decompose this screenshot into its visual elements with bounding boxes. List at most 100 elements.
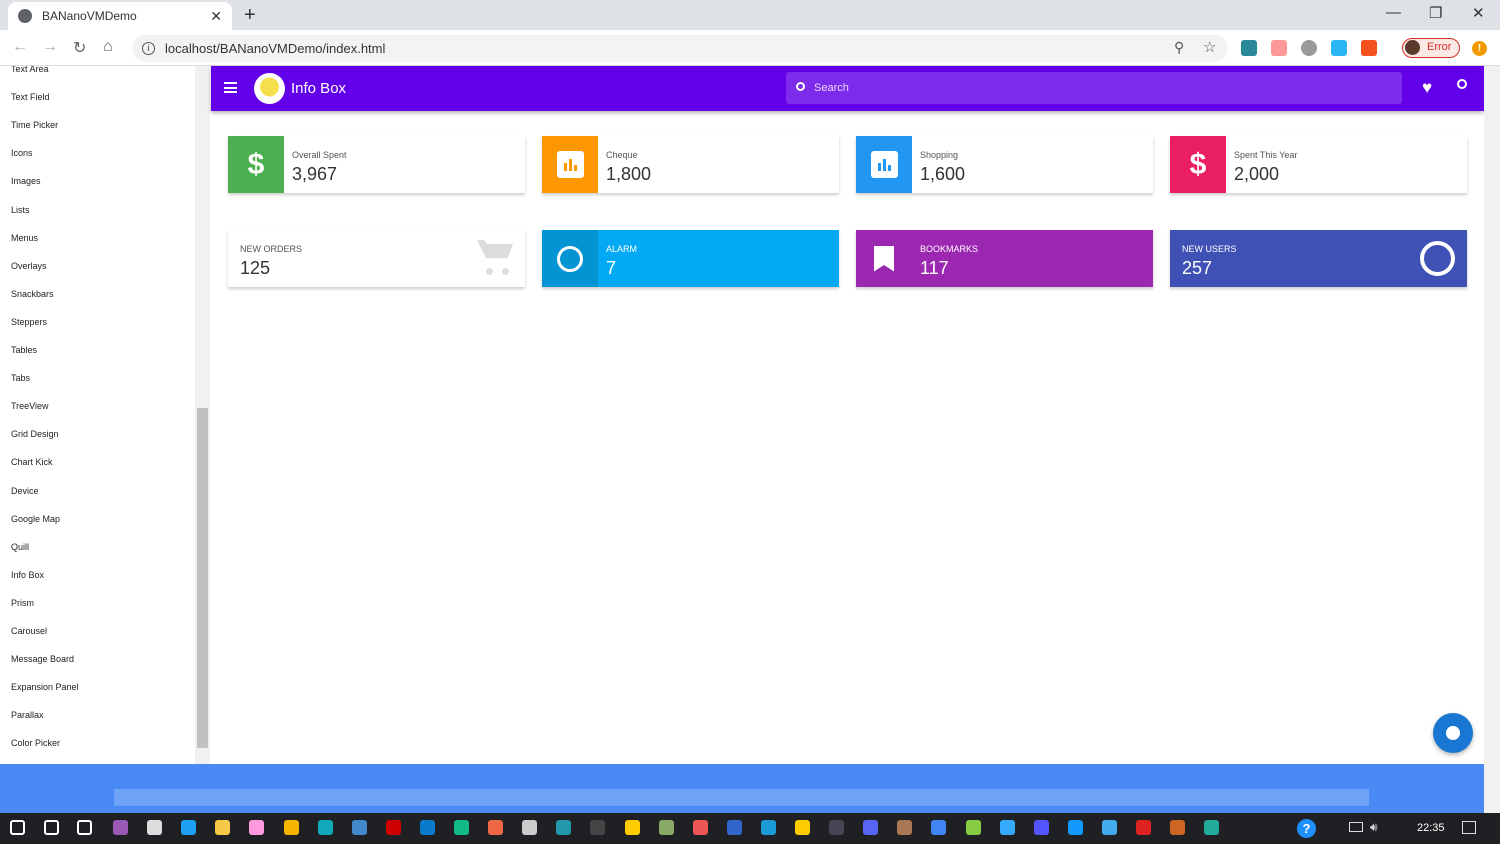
avatar — [254, 73, 285, 104]
sidebar-item[interactable]: Lists — [11, 205, 30, 215]
search-icon[interactable] — [44, 820, 59, 835]
taskbar-app-icon[interactable] — [692, 820, 708, 835]
menu-icon[interactable] — [224, 82, 237, 93]
taskbar-app-icon[interactable] — [113, 820, 128, 835]
volume-icon[interactable]: 🔊︎ — [1370, 820, 1378, 835]
search-placeholder: Search — [814, 82, 849, 94]
back-button[interactable]: ← — [12, 38, 28, 56]
reload-button[interactable]: ↻ — [73, 38, 86, 58]
new-tab-button[interactable]: + — [244, 4, 256, 27]
taskbar-app-icon[interactable] — [590, 820, 606, 835]
account-fab-button[interactable] — [1433, 713, 1473, 753]
info-box-value: 1,800 — [606, 164, 652, 184]
sidebar-item[interactable]: Text Area — [11, 66, 49, 74]
notifications-icon[interactable] — [1462, 821, 1476, 834]
taskbar-app-icon[interactable] — [897, 820, 913, 835]
taskbar-app-icon[interactable] — [215, 820, 231, 835]
taskbar-app-icon[interactable] — [931, 820, 947, 835]
help-icon[interactable]: ? — [1297, 819, 1316, 838]
sidebar-item[interactable]: Prism — [11, 598, 34, 608]
sidebar-item[interactable]: Tabs — [11, 373, 30, 383]
sidebar-item[interactable]: Tables — [11, 345, 37, 355]
sidebar-item[interactable]: Color Picker — [11, 738, 60, 748]
sidebar-item[interactable]: TreeView — [11, 401, 49, 411]
taskbar-app-icon[interactable] — [522, 820, 538, 835]
sidebar-item[interactable]: Message Board — [11, 654, 74, 664]
taskbar-app-icon[interactable] — [181, 820, 197, 835]
star-icon[interactable]: ☆ — [1203, 38, 1216, 56]
taskbar-app-icon[interactable] — [1033, 820, 1049, 835]
close-tab-icon[interactable]: ✕ — [210, 8, 222, 25]
taskbar-app-icon[interactable] — [385, 820, 401, 835]
extension-gear-icon[interactable] — [1301, 40, 1317, 56]
taskbar-app-icon[interactable] — [488, 820, 504, 835]
sidebar-item[interactable]: Chart Kick — [11, 457, 53, 467]
taskbar-app-icon[interactable] — [726, 820, 742, 835]
sidebar-item[interactable]: Text Field — [11, 92, 50, 102]
taskbar-app-icon[interactable] — [1204, 820, 1220, 835]
taskbar-app-icon[interactable] — [1101, 820, 1117, 835]
taskbar-app-icon[interactable] — [795, 820, 810, 835]
task-view-icon[interactable] — [77, 820, 92, 835]
home-button[interactable]: ⌂ — [103, 38, 113, 56]
taskbar-app-icon[interactable] — [760, 820, 776, 835]
info-icon[interactable]: i — [142, 42, 155, 55]
taskbar-app-icon[interactable] — [454, 820, 469, 835]
sidebar-item[interactable]: Expansion Panel — [11, 682, 79, 692]
taskbar-app-icon[interactable] — [965, 820, 981, 835]
sidebar-item[interactable]: Google Map — [11, 514, 60, 524]
search-input[interactable]: Search — [786, 72, 1402, 104]
taskbar-app-icon[interactable] — [624, 820, 640, 835]
heart-icon[interactable]: ♥ — [1422, 78, 1432, 98]
sidebar-item[interactable]: Device — [11, 486, 39, 496]
taskbar-app-icon[interactable] — [147, 820, 163, 835]
info-box-label: NEW ORDERS — [240, 244, 303, 254]
sidebar-item[interactable]: Steppers — [11, 317, 47, 327]
taskbar-app-icon[interactable] — [658, 820, 674, 835]
taskbar-app-icon[interactable] — [556, 820, 572, 835]
sidebar-item[interactable]: Snackbars — [11, 289, 54, 299]
close-window-button[interactable]: ✕ — [1472, 4, 1485, 22]
page-scrollbar[interactable] — [1484, 66, 1500, 813]
taskbar-app-icon[interactable] — [1136, 820, 1151, 835]
sidebar-item[interactable]: Icons — [11, 148, 33, 158]
sidebar-item[interactable]: Images — [11, 176, 41, 186]
search-icon[interactable] — [1457, 79, 1467, 89]
sidebar-item[interactable]: Time Picker — [11, 120, 58, 130]
taskbar-app-icon[interactable] — [317, 820, 333, 835]
extension-icon[interactable] — [1241, 40, 1257, 56]
start-icon[interactable] — [10, 820, 25, 835]
taskbar-app-icon[interactable] — [829, 820, 845, 835]
taskbar-app-icon[interactable] — [999, 820, 1015, 835]
megaphone-icon[interactable] — [1361, 40, 1377, 56]
forward-button[interactable]: → — [42, 38, 58, 56]
sidebar-item[interactable]: Grid Design — [11, 429, 59, 439]
sidebar-item[interactable]: Overlays — [11, 261, 47, 271]
taskbar-app-icon[interactable] — [283, 820, 299, 835]
taskbar-app-icon[interactable] — [419, 820, 435, 835]
sidebar-item[interactable]: Parallax — [11, 710, 44, 720]
bar-chart-icon — [556, 151, 584, 178]
profile-button[interactable]: Error — [1402, 38, 1460, 58]
zoom-icon[interactable]: ⚲ — [1174, 39, 1184, 56]
clock[interactable]: 22:35 — [1417, 822, 1445, 834]
taskbar-app-icon[interactable] — [1067, 820, 1083, 835]
extension-icon[interactable] — [1331, 40, 1347, 56]
sidebar-scroll-thumb[interactable] — [197, 408, 208, 748]
battery-icon[interactable] — [1349, 822, 1363, 832]
sidebar-item[interactable]: Info Box — [11, 570, 44, 580]
address-bar[interactable]: i localhost/BANanoVMDemo/index.html — [132, 35, 1228, 62]
taskbar-app-icon[interactable] — [249, 820, 265, 835]
taskbar-app-icon[interactable] — [863, 820, 879, 835]
sidebar-item[interactable]: Quill — [11, 542, 29, 552]
minimize-button[interactable]: — — [1386, 4, 1401, 21]
sidebar-item[interactable]: Carousel — [11, 626, 47, 636]
taskbar-app-icon[interactable] — [1170, 820, 1186, 835]
taskbar-app-icon[interactable] — [351, 820, 367, 835]
browser-tab[interactable]: BANanoVMDemo ✕ — [8, 2, 232, 30]
alarm-icon — [557, 245, 583, 272]
extension-icon[interactable] — [1271, 40, 1287, 56]
sidebar-item[interactable]: Menus — [11, 233, 38, 243]
restore-button[interactable]: ❐ — [1429, 4, 1442, 22]
warning-icon[interactable]: ! — [1472, 41, 1487, 56]
